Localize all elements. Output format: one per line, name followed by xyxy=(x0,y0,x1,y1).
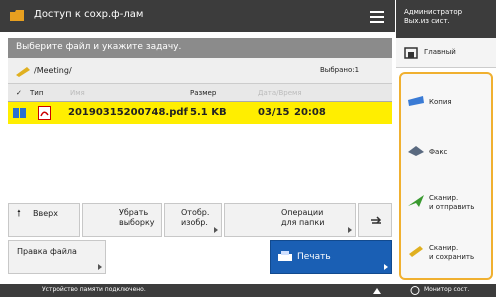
file-list: 20190315200748.pdf 5.1 KB 03/15 20:08 xyxy=(8,102,392,202)
chevron-right-icon xyxy=(348,227,352,233)
admin-label: Администратор xyxy=(404,8,463,16)
status-bar: Устройство памяти подключено. Монитор со… xyxy=(0,284,496,297)
eject-icon[interactable] xyxy=(373,288,381,294)
book-icon xyxy=(13,108,26,118)
table-row[interactable]: 20190315200748.pdf 5.1 KB 03/15 20:08 xyxy=(8,102,392,124)
column-name[interactable]: Имя xyxy=(70,89,85,97)
chevron-right-icon xyxy=(384,264,388,270)
fax-button[interactable]: Факс xyxy=(401,128,491,176)
deselect-label-1: Убрать xyxy=(119,208,149,217)
column-size[interactable]: Размер xyxy=(190,89,216,97)
chevron-right-icon xyxy=(98,264,102,270)
menu-button[interactable] xyxy=(368,9,386,23)
instruction-text: Выберите файл и укажите задачу. xyxy=(8,38,392,58)
home-icon xyxy=(404,47,418,59)
screen-title: Доступ к сохр.ф-лам xyxy=(34,9,144,20)
deselect-button[interactable]: Убрать выборку xyxy=(82,203,162,237)
admin-logout-button[interactable]: Администратор Вых.из сист. xyxy=(396,0,496,38)
up-button[interactable]: 🠕 Вверх xyxy=(8,203,80,237)
copy-button[interactable]: Копия xyxy=(401,78,491,126)
selected-count: Выбрано:1 xyxy=(320,66,360,74)
title-bar: Доступ к сохр.ф-лам xyxy=(0,0,395,32)
print-icon xyxy=(278,251,292,261)
scan-store-button[interactable]: Сканир. и сохранить xyxy=(401,228,491,276)
switch-arrows-icon xyxy=(371,216,382,224)
folder-path-icon xyxy=(16,67,30,77)
status-monitor-icon xyxy=(410,286,420,295)
scan-send-button[interactable]: Сканир. и отправить xyxy=(401,178,491,226)
scan-store-icon xyxy=(409,246,423,257)
up-arrow-icon: 🠕 xyxy=(17,209,21,219)
file-date: 03/15 xyxy=(258,107,290,118)
edit-file-label: Правка файла xyxy=(17,247,77,256)
column-datetime[interactable]: Дата/Время xyxy=(258,89,302,97)
switch-button[interactable] xyxy=(358,203,392,237)
current-path: /Meeting/ xyxy=(34,66,72,75)
copy-icon xyxy=(408,96,424,106)
logout-label: Вых.из сист. xyxy=(404,17,450,25)
copy-label: Копия xyxy=(429,98,452,106)
scan-store-label-1: Сканир. xyxy=(429,244,459,252)
folder-ops-label-2: для папки xyxy=(281,218,325,227)
file-size: 5.1 KB xyxy=(190,107,227,118)
status-message: Устройство памяти подключено. xyxy=(42,286,146,293)
checkmark-icon[interactable]: ✓ xyxy=(16,89,22,97)
display-label-1: Отобр. xyxy=(181,208,210,217)
home-button[interactable]: Главный xyxy=(396,38,496,68)
column-type[interactable]: Тип xyxy=(30,89,43,97)
scan-store-label-2: и сохранить xyxy=(429,253,475,261)
print-label: Печать xyxy=(297,252,331,262)
pdf-icon xyxy=(38,106,51,120)
scan-send-icon xyxy=(408,195,424,207)
scan-send-label-2: и отправить xyxy=(429,203,475,211)
deselect-label-2: выборку xyxy=(119,218,155,227)
print-button[interactable]: Печать xyxy=(270,240,392,274)
fax-icon xyxy=(408,146,424,156)
folder-ops-label-1: Операции xyxy=(281,208,324,217)
file-name: 20190315200748.pdf xyxy=(68,107,188,118)
display-image-button[interactable]: Отобр. изобр. xyxy=(164,203,222,237)
file-time: 20:08 xyxy=(294,107,326,118)
up-label: Вверх xyxy=(33,209,58,218)
scan-send-label-1: Сканир. xyxy=(429,194,459,202)
home-label: Главный xyxy=(424,48,456,56)
column-header: ✓ Тип Имя Размер Дата/Время xyxy=(8,84,392,102)
fax-label: Факс xyxy=(429,148,448,156)
edit-file-button[interactable]: Правка файла xyxy=(8,240,106,274)
quick-actions-panel: Копия Факс Сканир. и отправить Сканир. и… xyxy=(399,72,493,280)
path-bar: /Meeting/ Выбрано:1 xyxy=(8,58,392,84)
folder-operations-button[interactable]: Операции для папки xyxy=(224,203,356,237)
status-monitor-button[interactable]: Монитор сост. xyxy=(424,286,469,293)
chevron-right-icon xyxy=(214,227,218,233)
folder-icon xyxy=(10,10,24,21)
